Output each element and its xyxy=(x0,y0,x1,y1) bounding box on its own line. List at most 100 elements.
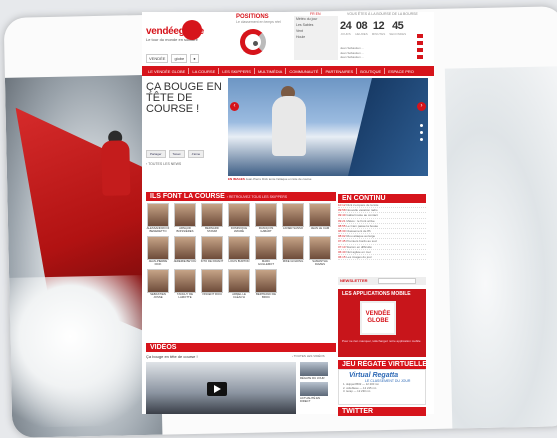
skipper-card[interactable]: JÉRÉMIE BEYOU xyxy=(173,236,197,267)
skipper-card[interactable]: TANGUY DE LAMOTTE xyxy=(173,269,197,300)
skipper-photo[interactable] xyxy=(255,269,277,293)
carousel-dot[interactable] xyxy=(420,131,423,134)
nav-item-communaute[interactable]: COMMUNAUTÉ xyxy=(289,69,318,74)
skipper-card[interactable]: JAVIER SANSO xyxy=(281,203,305,234)
header-news-item[interactable]: Jean Sébastien ... xyxy=(340,55,416,60)
skipper-name[interactable]: FRANÇOIS GABART xyxy=(254,227,278,234)
skipper-card[interactable]: VINCENT RIOU xyxy=(200,269,224,300)
nav-item-course[interactable]: LA COURSE xyxy=(192,69,215,74)
skipper-card[interactable]: JEAN-PIERRE DICK xyxy=(146,236,170,267)
nav-item-vendee-globe[interactable]: LE VENDÉE GLOBE xyxy=(148,69,185,74)
nav-item-espace-pro[interactable]: ESPACE PRO xyxy=(388,69,414,74)
skipper-name[interactable]: SAMANTHA DAVIES xyxy=(308,260,332,267)
carousel-dot[interactable] xyxy=(420,124,423,127)
video-player[interactable] xyxy=(146,362,296,414)
skipper-photo[interactable] xyxy=(228,236,250,260)
facebook-icon[interactable] xyxy=(417,34,423,38)
tweet-button[interactable]: Tweet xyxy=(168,150,185,158)
video-thumbnail[interactable] xyxy=(300,382,328,397)
skipper-photo[interactable] xyxy=(201,203,223,227)
rss-icon[interactable] xyxy=(417,48,423,52)
skipper-card[interactable]: LOUIS BURTON xyxy=(227,236,251,267)
video-thumbnail-title[interactable]: ACTUALITÉ EN DIRECT xyxy=(300,396,330,403)
nav-item-partenaires[interactable]: PARTENAIRES xyxy=(325,69,353,74)
skipper-photo[interactable] xyxy=(282,203,304,227)
skipper-name[interactable]: LOUIS BURTON xyxy=(227,260,251,267)
all-news-link[interactable]: › TOUTES LES NEWS xyxy=(146,162,181,166)
video-title[interactable]: Ça bouge en tête de course ! xyxy=(146,354,198,359)
skipper-photo[interactable] xyxy=(147,203,169,227)
skipper-card[interactable]: SAMANTHA DAVIES xyxy=(308,236,332,267)
nav-item-skippers[interactable]: LES SKIPPERS xyxy=(222,69,251,74)
skipper-photo[interactable] xyxy=(309,203,331,227)
skipper-photo[interactable] xyxy=(228,203,250,227)
skipper-photo[interactable] xyxy=(201,236,223,260)
chevron-left-icon[interactable]: ‹ xyxy=(230,102,239,111)
positions-widget[interactable]: POSITIONS Le classement en temps réel xyxy=(236,14,292,62)
language-switch[interactable]: FR EN xyxy=(310,12,321,16)
skipper-name[interactable]: BERNARD STAMM xyxy=(200,227,224,234)
carousel-dot[interactable] xyxy=(420,138,423,141)
skipper-photo[interactable] xyxy=(174,203,196,227)
virtual-regatta-block[interactable]: Virtual Regatta LE CLASSEMENT DU JOUR 1.… xyxy=(338,369,426,405)
skipper-name[interactable]: KITO DE PAVANT xyxy=(200,260,224,267)
weather-widget[interactable]: Météo du jour Les Sables Vent Houle xyxy=(294,16,338,60)
nav-item-multimedia[interactable]: MULTIMÉDIA xyxy=(258,69,282,74)
apps-block[interactable]: LES APPLICATIONS MOBILE VENDÉE GLOBE Pou… xyxy=(338,289,426,357)
skipper-name[interactable]: JEAN LE CAM xyxy=(308,227,332,234)
skipper-photo[interactable] xyxy=(201,269,223,293)
skipper-photo[interactable] xyxy=(282,236,304,260)
skipper-photo[interactable] xyxy=(147,269,169,293)
mail-icon[interactable] xyxy=(417,55,423,59)
partner-logo[interactable]: ● xyxy=(190,54,199,63)
apps-image[interactable]: VENDÉE GLOBE xyxy=(360,301,396,335)
skipper-name[interactable]: MIKE GOLDING xyxy=(281,260,305,267)
skipper-photo[interactable] xyxy=(147,236,169,260)
video-thumbnail-title[interactable]: RÉGATE DU JOUR xyxy=(300,376,330,380)
skipper-name[interactable]: JAVIER SANSO xyxy=(281,227,305,234)
partner-logo[interactable]: globe xyxy=(171,54,188,63)
hero-title[interactable]: ÇA BOUGE EN TÊTE DE COURSE ! xyxy=(146,82,228,115)
skipper-name[interactable]: MARC GUILLEMOT xyxy=(254,260,278,267)
twitter-icon[interactable] xyxy=(417,41,423,45)
skippers-heading-link[interactable]: › RETROUVEZ TOUS LES SKIPPERS xyxy=(227,195,287,199)
skipper-card[interactable]: JEAN LE CAM xyxy=(308,203,332,234)
skipper-name[interactable]: ARMEL LE CLÉAC'H xyxy=(227,293,251,300)
continu-item[interactable]: 06:15 Les images du jour xyxy=(338,255,426,261)
chevron-right-icon[interactable]: › xyxy=(417,102,426,111)
skipper-name[interactable]: TANGUY DE LAMOTTE xyxy=(173,293,197,300)
skipper-card[interactable]: SÉBASTIEN JOSSE xyxy=(146,269,170,300)
skipper-name[interactable]: DOMINIQUE WAVRE xyxy=(227,227,251,234)
skipper-name[interactable]: SÉBASTIEN JOSSE xyxy=(146,293,170,300)
nav-item-boutique[interactable]: BOUTIQUE xyxy=(360,69,381,74)
skipper-photo[interactable] xyxy=(174,269,196,293)
skipper-photo[interactable] xyxy=(228,269,250,293)
skipper-name[interactable]: ALESSANDRO DI BENEDETTO xyxy=(146,227,170,234)
skipper-name[interactable]: BERTRAND DE BROC xyxy=(254,293,278,300)
logo[interactable]: vendéeglobe Le tour du monde en solitair… xyxy=(146,20,204,42)
skipper-photo[interactable] xyxy=(255,203,277,227)
skipper-card[interactable]: MARC GUILLEMOT xyxy=(254,236,278,267)
skipper-card[interactable]: BERTRAND DE BROC xyxy=(254,269,278,300)
skipper-card[interactable]: DOMINIQUE WAVRE xyxy=(227,203,251,234)
skipper-name[interactable]: ARNAUD BOISSIÈRES xyxy=(173,227,197,234)
skipper-card[interactable]: BERNARD STAMM xyxy=(200,203,224,234)
skipper-card[interactable]: ALESSANDRO DI BENEDETTO xyxy=(146,203,170,234)
play-icon[interactable] xyxy=(207,382,227,396)
skipper-name[interactable]: JÉRÉMIE BEYOU xyxy=(173,260,197,267)
skipper-card[interactable]: ARMEL LE CLÉAC'H xyxy=(227,269,251,300)
skipper-photo[interactable] xyxy=(255,236,277,260)
skipper-card[interactable]: ARNAUD BOISSIÈRES xyxy=(173,203,197,234)
skipper-name[interactable]: VINCENT RIOU xyxy=(200,293,224,300)
partner-logo[interactable]: VENDÉE xyxy=(146,54,169,63)
skipper-card[interactable]: KITO DE PAVANT xyxy=(200,236,224,267)
newsletter-input[interactable] xyxy=(378,278,416,284)
like-button[interactable]: J'aime xyxy=(187,150,205,158)
skipper-photo[interactable] xyxy=(309,236,331,260)
skipper-name[interactable]: JEAN-PIERRE DICK xyxy=(146,260,170,267)
all-videos-link[interactable]: › TOUTES LES VIDÉOS xyxy=(292,354,325,358)
share-button[interactable]: Partager xyxy=(146,150,166,158)
skipper-card[interactable]: MIKE GOLDING xyxy=(281,236,305,267)
hero-image[interactable]: ‹ › xyxy=(228,78,428,176)
skipper-photo[interactable] xyxy=(174,236,196,260)
